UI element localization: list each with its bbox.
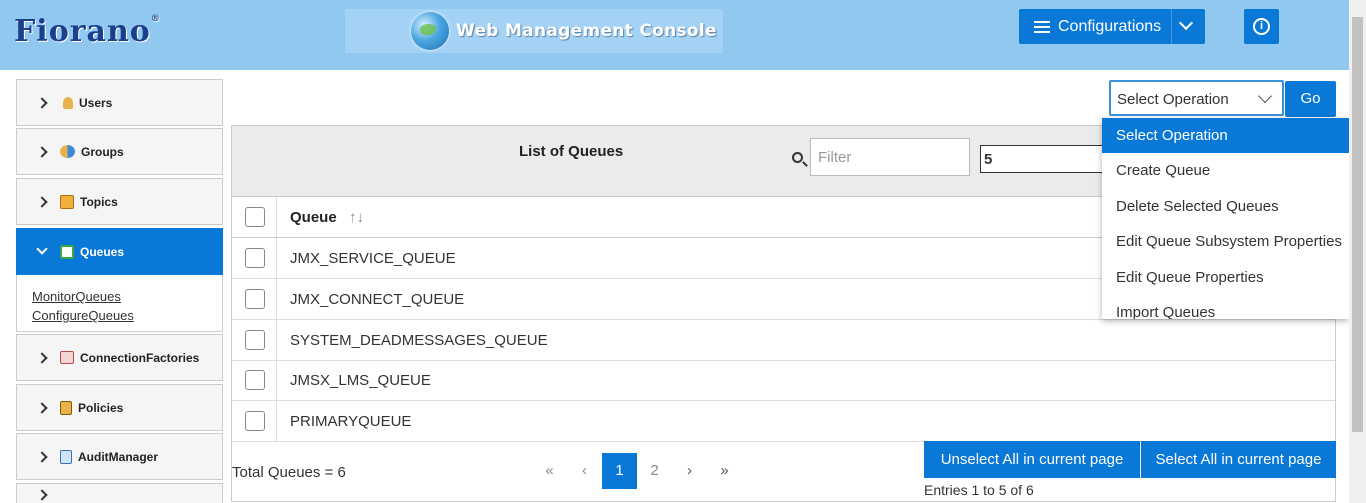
chevron-right-icon — [36, 351, 48, 364]
chevron-down-icon — [36, 243, 48, 255]
table-row[interactable]: SYSTEM_DEADMESSAGES_QUEUE — [232, 320, 1335, 361]
logo-registered-mark: ® — [150, 14, 161, 24]
select-all-button[interactable]: Select All in current page — [1141, 441, 1336, 478]
page-scrollbar[interactable] — [1349, 0, 1366, 503]
queue-name: JMX_CONNECT_QUEUE — [290, 291, 465, 308]
info-button[interactable]: i — [1244, 9, 1279, 44]
policies-icon — [60, 400, 72, 415]
sidebar-item-label: Topics — [80, 194, 118, 209]
search-icon — [792, 152, 803, 163]
operation-select-value: Select Operation — [1117, 91, 1229, 108]
column-header-queue[interactable]: Queue — [290, 209, 337, 226]
row-checkbox[interactable] — [245, 411, 265, 431]
sidebar-item-label: AuditManager — [78, 449, 159, 464]
operation-dropdown-menu: Select Operation Create Queue Delete Sel… — [1102, 118, 1349, 319]
button-divider — [1171, 9, 1172, 44]
console-title: Web Management Console — [456, 21, 717, 41]
row-checkbox[interactable] — [245, 248, 265, 268]
chevron-right-icon — [36, 489, 48, 501]
queue-name: JMX_SERVICE_QUEUE — [290, 250, 456, 267]
sidebar-item-auditmanager[interactable]: AuditManager — [16, 433, 223, 480]
first-page-icon[interactable]: « — [532, 453, 567, 489]
sort-icon[interactable]: ↑↓ — [349, 209, 364, 226]
menu-item-select-operation[interactable]: Select Operation — [1102, 118, 1349, 154]
sidebar-item-queues[interactable]: Queues — [16, 228, 223, 275]
row-checkbox[interactable] — [245, 330, 265, 350]
menu-item-import-queues[interactable]: Import Queues — [1102, 295, 1349, 319]
table-row[interactable]: JMSX_LMS_QUEUE — [232, 360, 1335, 401]
topics-icon — [60, 194, 74, 209]
configurations-label: Configurations — [1058, 17, 1162, 35]
sidebar-item-label: ConnectionFactories — [80, 350, 200, 365]
row-checkbox[interactable] — [245, 289, 265, 309]
globe-icon — [411, 12, 449, 50]
last-page-icon[interactable]: » — [707, 453, 742, 489]
configurations-button[interactable]: Configurations — [1019, 9, 1205, 44]
sidebar-item-policies[interactable]: Policies — [16, 384, 223, 431]
queue-name: SYSTEM_DEADMESSAGES_QUEUE — [290, 332, 548, 349]
chevron-right-icon — [36, 195, 48, 208]
go-button[interactable]: Go — [1285, 81, 1336, 117]
sidebar-item-connectionfactories[interactable]: ConnectionFactories — [16, 334, 223, 381]
menu-item-delete-selected-queues[interactable]: Delete Selected Queues — [1102, 189, 1349, 224]
sidebar-item-users[interactable]: Users — [16, 79, 223, 126]
group-icon — [60, 145, 75, 158]
prev-page-icon[interactable]: ‹ — [567, 453, 602, 489]
next-page-icon[interactable]: › — [672, 453, 707, 489]
sidebar-item-partial[interactable] — [16, 483, 223, 503]
sidebar-item-label: Groups — [81, 144, 124, 159]
menu-item-edit-queue-subsystem-properties[interactable]: Edit Queue Subsystem Properties — [1102, 224, 1349, 259]
monitor-queues-link[interactable]: MonitorQueues — [32, 287, 222, 306]
connection-factory-icon — [60, 351, 74, 364]
panel-title: List of Queues — [519, 143, 624, 160]
page-2-button[interactable]: 2 — [637, 453, 672, 489]
configure-queues-link[interactable]: ConfigureQueues — [32, 306, 222, 325]
sidebar-item-groups[interactable]: Groups — [16, 128, 223, 175]
menu-item-create-queue[interactable]: Create Queue — [1102, 153, 1349, 188]
queues-submenu: MonitorQueues ConfigureQueues — [16, 275, 223, 332]
entries-info: Entries 1 to 5 of 6 — [924, 482, 1034, 498]
queue-name: PRIMARYQUEUE — [290, 413, 412, 430]
chevron-right-icon — [36, 145, 48, 158]
scrollbar-thumb[interactable] — [1352, 17, 1363, 432]
audit-icon — [60, 449, 72, 464]
queue-name: JMSX_LMS_QUEUE — [290, 372, 431, 389]
sidebar-item-topics[interactable]: Topics — [16, 178, 223, 225]
chevron-right-icon — [36, 401, 48, 414]
console-banner: Web Management Console — [345, 9, 723, 53]
list-icon — [1034, 20, 1050, 33]
total-queues: Total Queues = 6 — [232, 464, 346, 481]
row-checkbox[interactable] — [245, 370, 265, 390]
pagination: « ‹ 1 2 › » — [532, 453, 742, 489]
info-icon: i — [1253, 18, 1270, 35]
sidebar-item-label: Queues — [80, 244, 125, 259]
table-row[interactable]: PRIMARYQUEUE — [232, 401, 1335, 442]
fiorano-logo[interactable]: Fiorano® — [14, 14, 161, 49]
sidebar-item-label: Users — [79, 95, 113, 110]
queues-icon — [60, 244, 74, 259]
logo-text: Fiorano — [14, 14, 151, 49]
chevron-down-icon — [1257, 88, 1273, 104]
page-size-input[interactable]: 5 — [980, 145, 1104, 173]
chevron-right-icon — [36, 96, 48, 109]
select-all-checkbox[interactable] — [245, 207, 265, 227]
chevron-down-icon[interactable] — [1178, 15, 1194, 31]
page-1-button[interactable]: 1 — [602, 453, 637, 489]
chevron-right-icon — [36, 450, 48, 463]
sidebar-item-label: Policies — [78, 400, 124, 415]
app-header: Fiorano® Web Management Console Configur… — [0, 0, 1366, 70]
unselect-all-button[interactable]: Unselect All in current page — [924, 441, 1140, 478]
user-icon — [63, 96, 73, 109]
operation-select[interactable]: Select Operation — [1109, 80, 1284, 116]
menu-item-edit-queue-properties[interactable]: Edit Queue Properties — [1102, 260, 1349, 295]
filter-input[interactable] — [810, 138, 970, 176]
